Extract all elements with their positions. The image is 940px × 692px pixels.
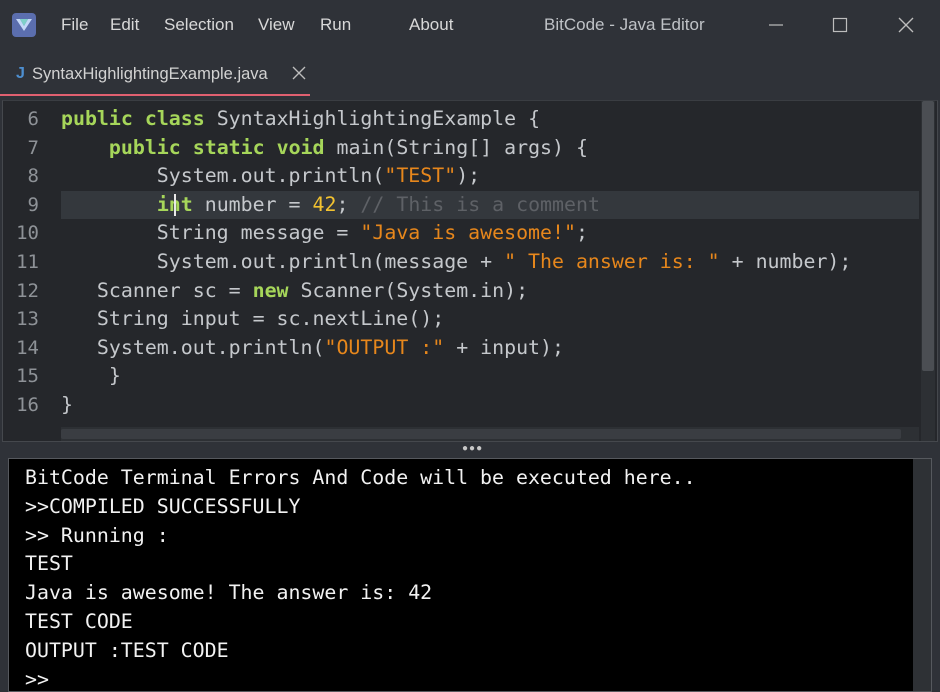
code-area[interactable]: public class SyntaxHighlightingExample {… — [61, 101, 919, 441]
code-token: "Java is awesome!" — [360, 221, 576, 245]
terminal-line: >> Running : — [25, 523, 169, 547]
panel-splitter[interactable]: ●●● — [0, 442, 940, 456]
code-token: String input = sc.nextLine(); — [61, 307, 445, 331]
terminal-line: Java is awesome! The answer is: 42 — [25, 581, 433, 605]
code-line[interactable]: System.out.println("TEST"); — [61, 162, 919, 191]
line-number: 10 — [16, 222, 39, 245]
terminal-line: >> — [25, 667, 49, 691]
code-line[interactable]: String message = "Java is awesome!"; — [61, 219, 919, 248]
code-line[interactable]: } — [61, 391, 919, 420]
horizontal-scrollbar-thumb[interactable] — [61, 429, 901, 439]
code-token: public — [108, 135, 181, 159]
code-token: class — [144, 107, 205, 130]
code-token: ; — [575, 221, 588, 245]
line-number: 16 — [16, 394, 39, 416]
close-window-button[interactable] — [892, 12, 920, 38]
code-token: // This is a comment — [360, 192, 600, 216]
menu-edit[interactable]: Edit — [110, 14, 139, 36]
line-number: 15 — [16, 365, 39, 388]
code-token: ; — [336, 192, 361, 216]
code-token: main(String[] args) { — [324, 135, 588, 159]
line-number: 13 — [16, 308, 39, 331]
tab-syntax-highlighting-example[interactable]: J SyntaxHighlightingExample.java — [0, 50, 310, 96]
code-token: SyntaxHighlightingExample { — [204, 107, 541, 130]
code-token: ); — [456, 164, 481, 188]
code-token: Scanner sc = — [61, 278, 253, 302]
vertical-scrollbar[interactable] — [921, 101, 935, 441]
maximize-icon — [832, 17, 848, 33]
code-line[interactable]: public static void main(String[] args) { — [61, 134, 919, 163]
line-number: 12 — [16, 279, 39, 302]
line-number: 14 — [16, 336, 39, 359]
minimize-button[interactable] — [762, 12, 790, 38]
code-token: + number); — [719, 250, 852, 273]
tab-label: SyntaxHighlightingExample.java — [32, 65, 268, 83]
code-token: } — [61, 393, 73, 416]
code-line[interactable]: String input = sc.nextLine(); — [61, 305, 919, 334]
code-token: String message = — [61, 221, 361, 245]
menu-file[interactable]: File — [61, 14, 88, 36]
code-token: " The answer is: " — [504, 250, 720, 273]
code-token: static — [192, 135, 265, 159]
terminal-output[interactable]: BitCode Terminal Errors And Code will be… — [8, 458, 932, 692]
line-number: 11 — [16, 251, 39, 273]
code-token: + input); — [444, 335, 564, 359]
code-line[interactable]: } — [61, 362, 919, 391]
code-token: "TEST" — [384, 164, 457, 188]
horizontal-scrollbar[interactable] — [61, 427, 919, 441]
menu-about[interactable]: About — [409, 14, 453, 36]
code-line[interactable]: int number = 42; // This is a comment — [61, 190, 919, 220]
code-token: System.out.println( — [61, 164, 385, 188]
code-token: System.out.println(message + — [61, 250, 505, 273]
title-bar: File Edit Selection View Run About BitCo… — [0, 0, 940, 50]
vertical-scrollbar-thumb[interactable] — [922, 101, 934, 371]
code-line[interactable]: public class SyntaxHighlightingExample { — [61, 105, 919, 134]
terminal-line: TEST — [25, 552, 73, 576]
close-icon — [292, 66, 306, 80]
code-token: public — [61, 107, 133, 130]
app-logo-icon — [12, 13, 36, 37]
code-token: number = — [192, 192, 313, 216]
line-number: 6 — [27, 108, 39, 130]
line-number: 9 — [27, 193, 39, 216]
terminal-scrollbar[interactable] — [913, 459, 931, 691]
code-token: "OUTPUT :" — [324, 335, 445, 359]
java-file-icon: J — [16, 65, 25, 82]
code-token: new — [252, 278, 289, 302]
terminal-line: TEST CODE — [25, 610, 133, 633]
line-number: 7 — [27, 136, 39, 159]
drag-handle-icon: ●●● — [462, 443, 484, 454]
terminal-line: OUTPUT :TEST CODE — [25, 638, 229, 662]
line-number: 8 — [27, 165, 39, 188]
menu-selection[interactable]: Selection — [164, 14, 234, 36]
code-token: Scanner(System.in); — [288, 278, 529, 302]
code-token: 42 — [312, 192, 337, 216]
menu-view[interactable]: View — [258, 14, 295, 36]
text-cursor — [174, 193, 176, 216]
code-token: void — [276, 135, 325, 159]
close-icon — [898, 17, 914, 33]
terminal-line: >>COMPILED SUCCESSFULLY — [25, 494, 301, 518]
window-title: BitCode - Java Editor — [544, 15, 705, 34]
minimize-icon — [769, 24, 783, 26]
tab-close-button[interactable] — [292, 66, 306, 80]
code-line[interactable]: Scanner sc = new Scanner(System.in); — [61, 277, 919, 306]
line-number-gutter: 6 7 8 9 10 11 12 13 14 15 16 — [3, 101, 61, 441]
code-line[interactable]: System.out.println("OUTPUT :" + input); — [61, 334, 919, 363]
tab-bar: J SyntaxHighlightingExample.java — [0, 50, 940, 96]
code-line[interactable]: System.out.println(message + " The answe… — [61, 248, 919, 277]
code-token: } — [61, 364, 121, 388]
terminal-line: BitCode Terminal Errors And Code will be… — [25, 466, 696, 489]
maximize-button[interactable] — [826, 12, 854, 38]
code-editor[interactable]: 6 7 8 9 10 11 12 13 14 15 16 public class SyntaxHi… — [2, 100, 938, 442]
menu-run[interactable]: Run — [320, 14, 351, 36]
code-token: System.out.println( — [61, 335, 325, 359]
